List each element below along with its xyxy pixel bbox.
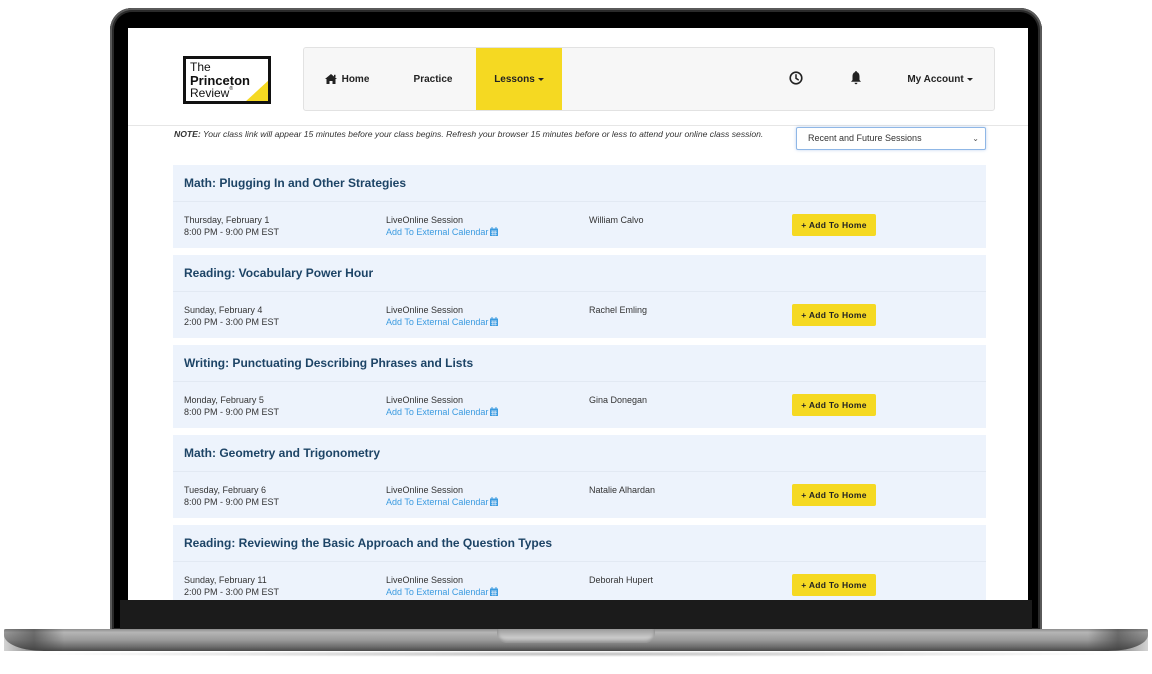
session-type-cell: LiveOnline Session Add To External Calen… <box>386 574 499 599</box>
session-card: Reading: Vocabulary Power Hour Sunday, F… <box>173 255 986 338</box>
session-date: Tuesday, February 6 <box>184 485 267 495</box>
note-label: NOTE: <box>174 129 201 139</box>
session-type: LiveOnline Session <box>386 395 464 405</box>
session-instructor: Deborah Hupert <box>589 575 654 585</box>
home-icon <box>324 74 337 84</box>
laptop-bezel-bottom <box>120 600 1032 630</box>
session-time: 2:00 PM - 3:00 PM EST <box>184 317 280 327</box>
nav-lessons-label: Lessons <box>494 73 535 85</box>
caret-down-icon <box>966 77 973 81</box>
princeton-review-logo[interactable]: The Princeton Review® <box>183 56 271 104</box>
session-filter-select[interactable]: Recent and Future Sessions ⌄ <box>796 127 986 150</box>
session-title: Math: Geometry and Trigonometry <box>173 435 986 472</box>
nav-home[interactable]: Home <box>304 48 390 110</box>
caret-down-icon <box>537 77 544 81</box>
nav-history[interactable] <box>774 48 818 110</box>
session-title: Math: Plugging In and Other Strategies <box>173 165 986 202</box>
logo-line-1: The <box>190 60 211 74</box>
calendar-icon <box>490 587 499 599</box>
session-datetime: Tuesday, February 6 8:00 PM - 9:00 PM ES… <box>184 484 279 508</box>
add-to-home-button[interactable]: + Add To Home <box>792 484 876 506</box>
session-time: 8:00 PM - 9:00 PM EST <box>184 227 280 237</box>
session-card: Math: Plugging In and Other Strategies T… <box>173 165 986 248</box>
calendar-icon <box>490 407 499 419</box>
add-to-home-button[interactable]: + Add To Home <box>792 304 876 326</box>
nav-home-label: Home <box>341 73 370 85</box>
session-datetime: Sunday, February 4 2:00 PM - 3:00 PM EST <box>184 304 279 328</box>
session-details: Monday, February 5 8:00 PM - 9:00 PM EST… <box>173 382 986 428</box>
nav-lessons[interactable]: Lessons <box>476 48 562 110</box>
session-time: 8:00 PM - 9:00 PM EST <box>184 407 280 417</box>
session-type: LiveOnline Session <box>386 575 464 585</box>
session-type-cell: LiveOnline Session Add To External Calen… <box>386 394 499 419</box>
session-type: LiveOnline Session <box>386 485 464 495</box>
add-to-home-button[interactable]: + Add To Home <box>792 394 876 416</box>
session-date: Monday, February 5 <box>184 395 264 405</box>
session-card: Math: Geometry and Trigonometry Tuesday,… <box>173 435 986 518</box>
bell-icon <box>850 70 862 88</box>
session-time: 8:00 PM - 9:00 PM EST <box>184 497 280 507</box>
add-to-calendar-link[interactable]: Add To External Calendar <box>386 316 499 329</box>
session-date: Sunday, February 11 <box>184 575 267 585</box>
calendar-icon <box>490 227 499 239</box>
add-to-calendar-link[interactable]: Add To External Calendar <box>386 226 499 239</box>
nav-account-label: My Account <box>907 73 964 85</box>
session-instructor: Natalie Alhardan <box>589 485 656 495</box>
session-title: Reading: Reviewing the Basic Approach an… <box>173 525 986 562</box>
session-datetime: Sunday, February 11 2:00 PM - 3:00 PM ES… <box>184 574 279 598</box>
session-time: 2:00 PM - 3:00 PM EST <box>184 587 280 597</box>
add-to-home-button[interactable]: + Add To Home <box>792 214 876 236</box>
note-text: Your class link will appear 15 minutes b… <box>200 129 764 139</box>
session-type: LiveOnline Session <box>386 215 464 225</box>
logo-line-3: Review® <box>190 86 234 100</box>
session-title: Writing: Punctuating Describing Phrases … <box>173 345 986 382</box>
screen: The Princeton Review® Home Practice Less… <box>128 28 1028 600</box>
session-filter-value: Recent and Future Sessions <box>808 133 922 143</box>
session-card: Writing: Punctuating Describing Phrases … <box>173 345 986 428</box>
main-nav: Home Practice Lessons My Account <box>303 47 995 111</box>
session-details: Tuesday, February 6 8:00 PM - 9:00 PM ES… <box>173 472 986 518</box>
session-type-cell: LiveOnline Session Add To External Calen… <box>386 214 499 239</box>
session-details: Sunday, February 4 2:00 PM - 3:00 PM EST… <box>173 292 986 338</box>
session-details: Thursday, February 1 8:00 PM - 9:00 PM E… <box>173 202 986 248</box>
session-instructor: Rachel Emling <box>589 305 648 315</box>
nav-notifications[interactable] <box>834 48 878 110</box>
session-list: Math: Plugging In and Other Strategies T… <box>173 165 986 600</box>
site-header: The Princeton Review® Home Practice Less… <box>128 28 1028 126</box>
session-date: Thursday, February 1 <box>184 215 270 225</box>
chevron-down-icon: ⌄ <box>972 134 979 143</box>
session-type-cell: LiveOnline Session Add To External Calen… <box>386 484 499 509</box>
calendar-icon <box>490 497 499 509</box>
logo-yellow-corner <box>245 80 268 101</box>
class-link-note: NOTE: Your class link will appear 15 min… <box>174 128 774 141</box>
session-type: LiveOnline Session <box>386 305 464 315</box>
laptop-notch <box>497 629 655 643</box>
session-date: Sunday, February 4 <box>184 305 263 315</box>
clock-icon <box>789 70 803 88</box>
add-to-calendar-link[interactable]: Add To External Calendar <box>386 496 499 509</box>
session-datetime: Thursday, February 1 8:00 PM - 9:00 PM E… <box>184 214 279 238</box>
session-datetime: Monday, February 5 8:00 PM - 9:00 PM EST <box>184 394 279 418</box>
nav-my-account[interactable]: My Account <box>890 48 990 110</box>
session-details: Sunday, February 11 2:00 PM - 3:00 PM ES… <box>173 562 986 600</box>
add-to-calendar-link[interactable]: Add To External Calendar <box>386 406 499 419</box>
nav-practice-label: Practice <box>413 73 453 85</box>
session-instructor: William Calvo <box>589 215 644 225</box>
add-to-calendar-link[interactable]: Add To External Calendar <box>386 586 499 599</box>
session-type-cell: LiveOnline Session Add To External Calen… <box>386 304 499 329</box>
add-to-home-button[interactable]: + Add To Home <box>792 574 876 596</box>
calendar-icon <box>490 317 499 329</box>
laptop-shadow <box>20 651 1132 657</box>
session-title: Reading: Vocabulary Power Hour <box>173 255 986 292</box>
session-instructor: Gina Donegan <box>589 395 648 405</box>
nav-practice[interactable]: Practice <box>390 48 476 110</box>
session-card: Reading: Reviewing the Basic Approach an… <box>173 525 986 600</box>
